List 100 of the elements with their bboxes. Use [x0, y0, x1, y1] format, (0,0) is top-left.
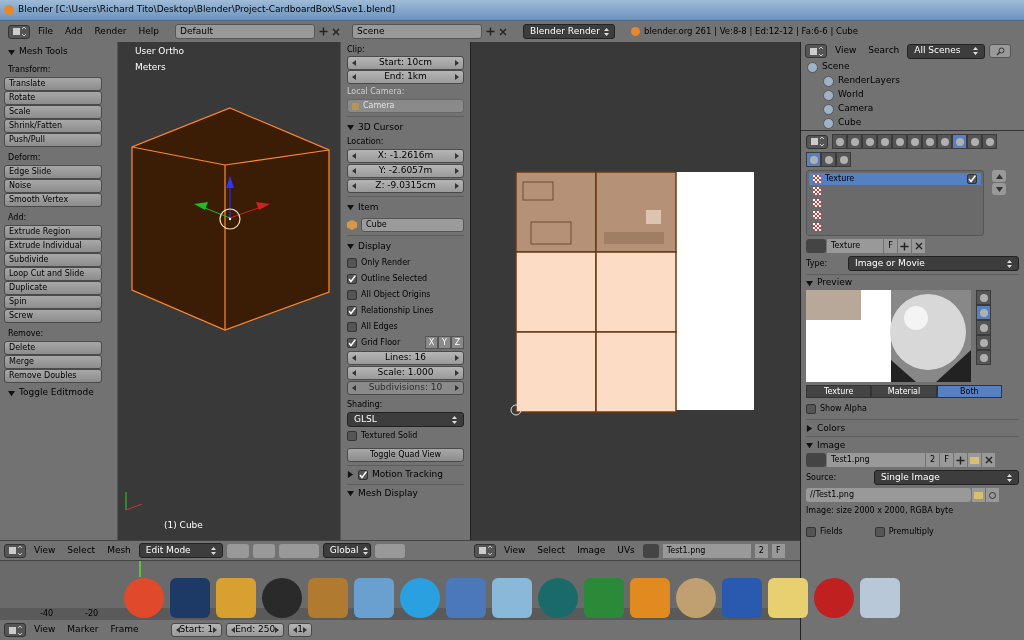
menu-item[interactable]: Select	[63, 543, 100, 558]
properties-tab[interactable]	[922, 134, 937, 149]
add-icon[interactable]	[900, 241, 909, 251]
decrement-arrow-icon[interactable]	[175, 627, 180, 633]
increment-arrow-icon[interactable]	[455, 153, 459, 159]
search-icon[interactable]	[995, 46, 1005, 56]
decrement-arrow-icon[interactable]	[352, 183, 356, 189]
close-icon[interactable]	[332, 27, 341, 36]
tool-button[interactable]: Push/Pull	[4, 133, 102, 147]
texture-type-dropdown[interactable]: Image or Movie	[848, 256, 1019, 271]
grid-scale-field[interactable]: Scale: 1.000	[347, 366, 464, 380]
file-path-field[interactable]: //Test1.png	[806, 488, 971, 502]
menu-item[interactable]: UVs	[613, 543, 639, 558]
object-name-field[interactable]: Cube	[361, 218, 464, 232]
add-icon[interactable]	[319, 27, 329, 36]
menu-item[interactable]: Mesh	[103, 543, 135, 558]
checkbox[interactable]	[347, 273, 357, 284]
user-count[interactable]: 2	[754, 543, 768, 558]
fake-user-toggle[interactable]: F	[771, 543, 785, 558]
checkbox[interactable]	[347, 305, 357, 316]
checkbox[interactable]	[347, 321, 357, 332]
outliner-item[interactable]: Cube	[838, 116, 862, 130]
close-icon[interactable]	[984, 456, 993, 464]
checkbox[interactable]	[358, 469, 368, 480]
image-name-field[interactable]: Test1.png	[662, 543, 751, 558]
properties-tab[interactable]	[877, 134, 892, 149]
location-field[interactable]: X: -1.2616m	[347, 149, 464, 163]
menu-item[interactable]: View	[30, 543, 60, 558]
disclosure-triangle-icon[interactable]	[347, 124, 354, 131]
checkbox[interactable]	[806, 526, 816, 537]
texture-context-tab[interactable]	[836, 152, 851, 167]
editor-type-icon[interactable]	[806, 134, 828, 149]
menu-item[interactable]: View	[831, 44, 861, 58]
add-icon[interactable]	[486, 27, 496, 36]
tool-button[interactable]: Smooth Vertex	[4, 193, 102, 207]
texture-context-tab[interactable]	[821, 152, 836, 167]
editor-type-icon[interactable]	[474, 543, 496, 558]
decrement-arrow-icon[interactable]	[352, 60, 356, 66]
texture-context-tab[interactable]	[806, 152, 821, 167]
disclosure-triangle-icon[interactable]	[347, 471, 354, 478]
properties-tab[interactable]	[907, 134, 922, 149]
disclosure-triangle-icon[interactable]	[347, 204, 354, 211]
preview-mode-tab[interactable]: Texture	[806, 385, 872, 398]
disclosure-triangle-icon[interactable]	[8, 48, 15, 56]
start-frame-field[interactable]: Start: 1	[170, 623, 223, 637]
checkbox[interactable]	[347, 337, 357, 348]
decrement-arrow-icon[interactable]	[352, 370, 356, 376]
tool-button[interactable]: Delete	[4, 341, 102, 355]
preview-shape-button[interactable]	[976, 305, 991, 320]
menu-item[interactable]: Select	[533, 543, 570, 558]
tool-button[interactable]: Extrude Individual	[4, 239, 102, 253]
preview-shape-button[interactable]	[976, 335, 991, 350]
increment-arrow-icon[interactable]	[455, 183, 459, 189]
search-button[interactable]	[989, 44, 1012, 58]
menu-item[interactable]: View	[500, 543, 530, 558]
increment-arrow-icon[interactable]	[455, 370, 459, 376]
clip-start-field[interactable]: Start: 10cm	[347, 56, 464, 70]
tool-button[interactable]: Loop Cut and Slide	[4, 267, 102, 281]
properties-tab[interactable]	[892, 134, 907, 149]
preview-shape-button[interactable]	[976, 320, 991, 335]
disclosure-triangle-icon[interactable]	[806, 442, 813, 449]
increment-arrow-icon[interactable]	[303, 627, 308, 633]
outliner-item[interactable]: RenderLayers	[838, 74, 900, 88]
preview-mode-tab[interactable]: Both	[936, 385, 1002, 398]
disclosure-triangle-icon[interactable]	[8, 389, 15, 397]
increment-arrow-icon[interactable]	[455, 168, 459, 174]
current-frame-field[interactable]: 1	[288, 623, 313, 637]
shading-dropdown[interactable]: GLSL	[347, 412, 464, 427]
checkbox[interactable]	[806, 403, 816, 414]
menu-item[interactable]: Image	[573, 543, 610, 558]
checkbox[interactable]	[967, 174, 977, 184]
image-source-dropdown[interactable]: Single Image	[874, 470, 1019, 485]
menu-item[interactable]: File	[34, 24, 58, 39]
tool-button[interactable]: Screw	[4, 309, 102, 323]
menu-item[interactable]: View	[30, 623, 60, 637]
decrement-arrow-icon[interactable]	[352, 168, 356, 174]
tool-button[interactable]: Rotate	[4, 91, 102, 105]
editor-type-icon[interactable]	[8, 24, 30, 39]
disclosure-triangle-icon[interactable]	[806, 279, 813, 287]
tool-button[interactable]: Edge Slide	[4, 165, 102, 179]
subdivisions-field[interactable]: Subdivisions: 10	[347, 381, 464, 395]
disclosure-triangle-icon[interactable]	[347, 243, 354, 250]
texture-slot[interactable]: Texture	[809, 173, 981, 185]
image-name-field[interactable]: Test1.png	[827, 453, 925, 467]
tool-button[interactable]: Merge	[4, 355, 102, 369]
mode-dropdown[interactable]: Edit Mode	[138, 543, 223, 558]
tool-button[interactable]: Shrink/Fatten	[4, 119, 102, 133]
menu-item[interactable]: Help	[134, 24, 164, 39]
properties-tab[interactable]	[952, 134, 967, 149]
texture-name-field[interactable]: Texture	[827, 239, 883, 253]
checkbox[interactable]	[347, 430, 357, 441]
render-engine-dropdown[interactable]: Blender Render	[523, 24, 616, 39]
editor-type-icon[interactable]	[805, 44, 827, 58]
outliner-item[interactable]: Camera	[838, 102, 874, 116]
preview-shape-button[interactable]	[976, 350, 991, 365]
user-count[interactable]: 2	[926, 453, 939, 467]
tool-button[interactable]: Duplicate	[4, 281, 102, 295]
editor-type-icon[interactable]	[4, 623, 26, 637]
checkbox[interactable]	[347, 289, 357, 300]
orientation-dropdown[interactable]: Global	[322, 543, 371, 558]
